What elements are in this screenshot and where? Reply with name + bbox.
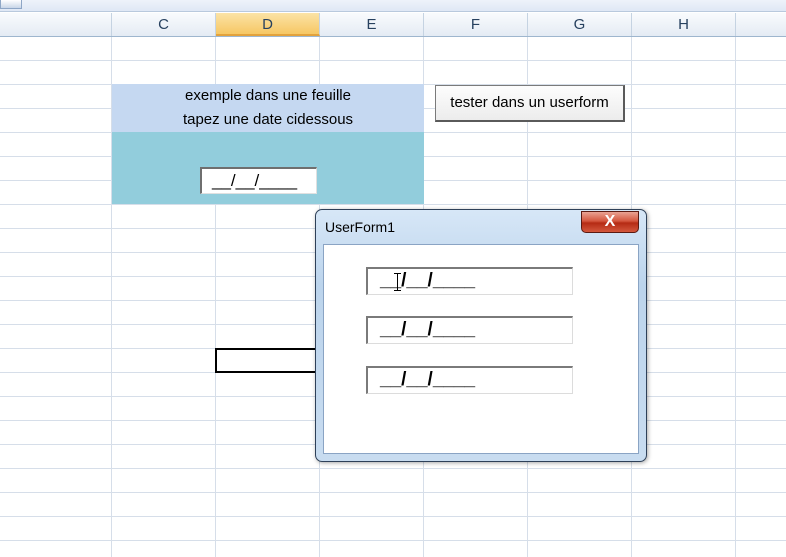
column-header-e[interactable]: E bbox=[320, 13, 424, 36]
date-mask-text: __/__/____ bbox=[380, 319, 476, 340]
sheet-date-textbox[interactable]: __/__/____ bbox=[200, 167, 317, 194]
quick-access-icon[interactable] bbox=[0, 0, 22, 9]
instruction-cells[interactable]: exemple dans une feuille tapez une date … bbox=[112, 84, 424, 132]
dialog-title: UserForm1 bbox=[325, 219, 396, 235]
column-header-g[interactable]: G bbox=[528, 13, 632, 36]
column-header-f[interactable]: F bbox=[424, 13, 528, 36]
date-mask-text: __/__/____ bbox=[380, 369, 476, 390]
userform-date-field-3[interactable]: __/__/____ bbox=[366, 366, 573, 394]
column-header-h[interactable]: H bbox=[632, 13, 736, 36]
column-header-b-partial[interactable] bbox=[0, 13, 112, 36]
userform-dialog: UserForm1 X __/__/____ __/__/____ __/__/… bbox=[315, 209, 647, 462]
close-icon[interactable]: X bbox=[581, 211, 639, 233]
userform-date-field-1[interactable]: __/__/____ bbox=[366, 267, 573, 295]
column-header-i-partial[interactable] bbox=[736, 13, 786, 36]
dialog-client-area: __/__/____ __/__/____ __/__/____ bbox=[323, 244, 639, 454]
instruction-line-1: exemple dans une feuille bbox=[185, 87, 351, 104]
text-cursor-icon bbox=[394, 273, 401, 291]
active-cell-selection[interactable] bbox=[215, 348, 320, 373]
column-header-row: C D E F G H bbox=[0, 13, 786, 37]
ribbon-bottom-strip bbox=[0, 0, 786, 12]
column-header-d[interactable]: D bbox=[216, 13, 320, 36]
instruction-line-2: tapez une date cidessous bbox=[182, 111, 354, 128]
test-userform-button[interactable]: tester dans un userform bbox=[435, 85, 625, 122]
userform-date-field-2[interactable]: __/__/____ bbox=[366, 316, 573, 344]
column-header-c[interactable]: C bbox=[112, 13, 216, 36]
